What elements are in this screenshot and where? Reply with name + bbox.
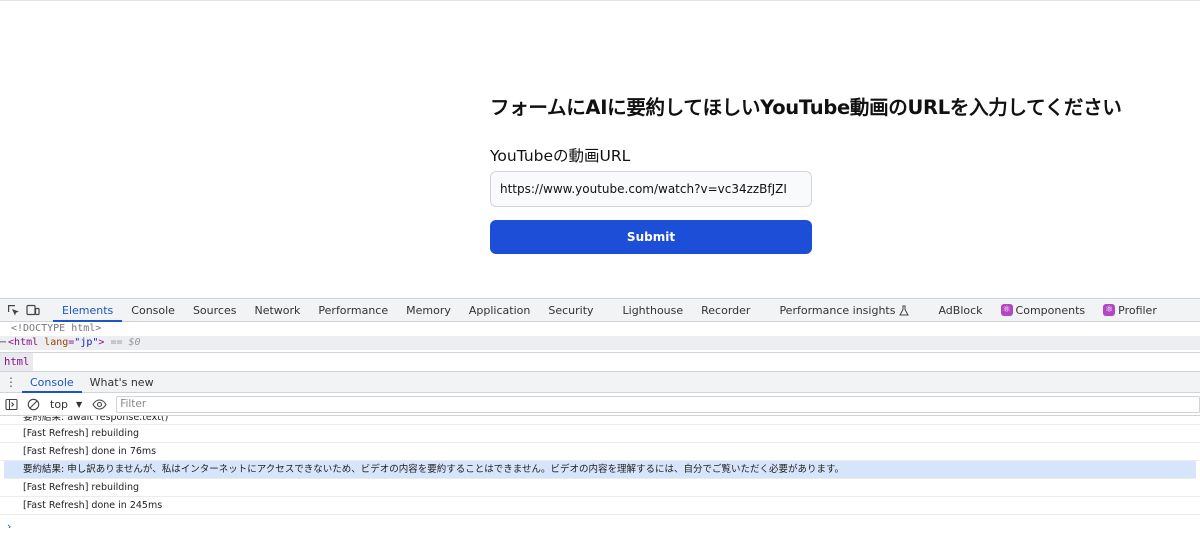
tab-recorder[interactable]: Recorder bbox=[692, 299, 759, 321]
html-node[interactable]: ⋯ <html lang="jp"> == $0 bbox=[0, 336, 1200, 350]
console-message: [Fast Refresh] done in 76ms bbox=[0, 443, 1200, 461]
flask-icon bbox=[899, 305, 910, 316]
clear-console-icon[interactable] bbox=[22, 393, 44, 415]
devtools-tab-bar: Elements Console Sources Network Perform… bbox=[0, 298, 1200, 322]
kebab-menu-icon[interactable]: ⋮ bbox=[0, 372, 22, 392]
react-icon: ⚛ bbox=[1103, 304, 1116, 316]
caret-down-icon: ▼ bbox=[76, 399, 83, 409]
page-content: フォームにAIに要約してほしいYouTube動画のURLを入力してください Yo… bbox=[0, 0, 1200, 298]
console-prompt-icon[interactable]: › bbox=[7, 520, 11, 528]
tab-elements[interactable]: Elements bbox=[53, 299, 123, 322]
breadcrumb-html[interactable]: html bbox=[0, 353, 34, 371]
console-message: [Fast Refresh] done in 245ms bbox=[0, 497, 1200, 515]
url-field-label: YouTubeの動画URL bbox=[490, 147, 631, 165]
tab-sources[interactable]: Sources bbox=[184, 299, 246, 321]
tab-performance[interactable]: Performance bbox=[309, 299, 397, 321]
tab-performance-insights[interactable]: Performance insights bbox=[759, 299, 918, 321]
submit-button[interactable]: Submit bbox=[490, 220, 812, 254]
tab-memory[interactable]: Memory bbox=[397, 299, 460, 321]
tab-lighthouse[interactable]: Lighthouse bbox=[603, 299, 693, 321]
drawer-tab-bar: ⋮ Console What's new bbox=[0, 371, 1200, 393]
more-dots-icon[interactable]: ⋯ bbox=[0, 337, 6, 348]
tab-adblock[interactable]: AdBlock bbox=[918, 299, 991, 321]
console-toolbar: top ▼ bbox=[0, 393, 1200, 416]
elements-tree: <!DOCTYPE html> ⋯ <html lang="jp"> == $0 bbox=[0, 322, 1200, 352]
sidebar-toggle-icon[interactable] bbox=[0, 393, 22, 415]
doctype-node[interactable]: <!DOCTYPE html> bbox=[0, 322, 1200, 336]
context-selector[interactable]: top ▼ bbox=[44, 393, 88, 415]
breadcrumb: html bbox=[0, 352, 1200, 371]
eye-icon[interactable] bbox=[88, 393, 110, 415]
console-message: [Fast Refresh] rebuilding bbox=[0, 425, 1200, 443]
console-filter-input[interactable] bbox=[116, 395, 1200, 413]
inspect-element-icon[interactable] bbox=[3, 299, 23, 321]
tab-profiler[interactable]: ⚛ Profiler bbox=[1094, 299, 1166, 321]
console-message-selected: 要約結果: 申し訳ありませんが、私はインターネットにアクセスできないため、ビデオ… bbox=[4, 461, 1196, 479]
devtools-panel: Elements Console Sources Network Perform… bbox=[0, 298, 1200, 550]
youtube-url-input[interactable] bbox=[490, 171, 812, 207]
summary-form: フォームにAIに要約してほしいYouTube動画のURLを入力してください Yo… bbox=[490, 93, 1130, 254]
tab-security[interactable]: Security bbox=[539, 299, 602, 321]
drawer-tab-console[interactable]: Console bbox=[22, 372, 82, 393]
device-toolbar-icon[interactable] bbox=[23, 299, 43, 321]
console-message: 要約結果: await response.text() bbox=[0, 416, 1200, 425]
tab-console[interactable]: Console bbox=[122, 299, 184, 321]
console-message: [Fast Refresh] rebuilding bbox=[0, 479, 1200, 497]
tab-application[interactable]: Application bbox=[460, 299, 539, 321]
console-messages: 要約結果: await response.text() [Fast Refres… bbox=[0, 416, 1200, 528]
react-icon: ⚛ bbox=[1000, 304, 1013, 316]
tab-components[interactable]: ⚛ Components bbox=[992, 299, 1095, 321]
tab-network[interactable]: Network bbox=[245, 299, 309, 321]
form-title: フォームにAIに要約してほしいYouTube動画のURLを入力してください bbox=[490, 96, 1122, 119]
drawer-tab-whats-new[interactable]: What's new bbox=[82, 372, 162, 392]
